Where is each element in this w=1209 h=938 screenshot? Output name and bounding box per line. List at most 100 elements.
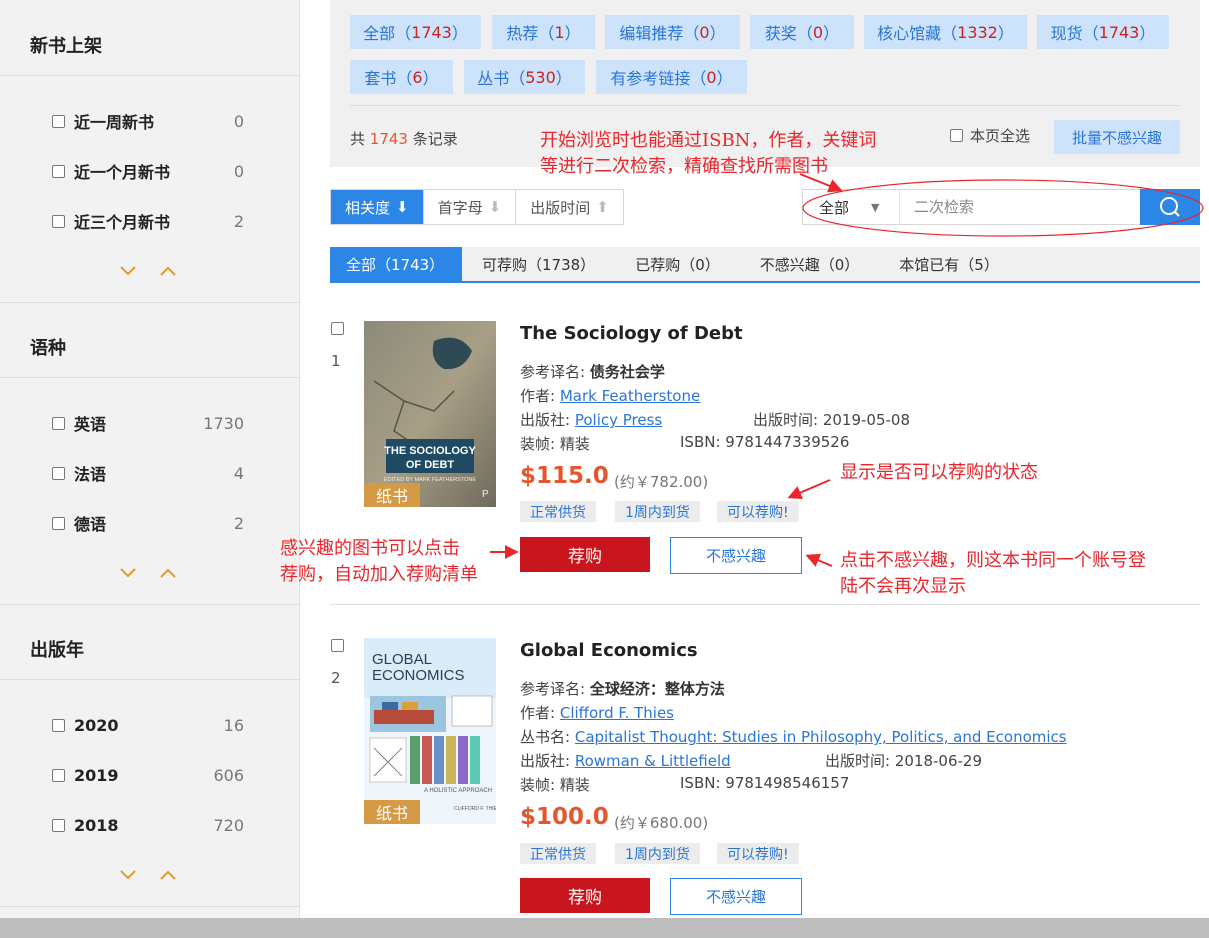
not-interested-button[interactable]: 不感兴趣 [670, 878, 802, 915]
author-link[interactable]: Mark Featherstone [560, 387, 700, 405]
publisher-link[interactable]: Policy Press [575, 411, 662, 429]
category-editor-pick[interactable]: 编辑推荐（0） [605, 15, 740, 49]
category-all[interactable]: 全部（1743） [350, 15, 481, 49]
annotation-line: 荐购，自动加入荐购清单 [280, 564, 478, 585]
search-input[interactable] [900, 190, 1130, 224]
category-count: 530 [525, 67, 556, 87]
sort-relevance[interactable]: 相关度 ⬇ [331, 190, 424, 224]
checkbox[interactable] [52, 718, 65, 732]
chevron-down-icon[interactable] [118, 262, 138, 281]
filter-item-german[interactable]: 德语 2 [52, 511, 244, 535]
recommend-button[interactable]: 荐购 [520, 878, 650, 913]
search-button[interactable] [1140, 189, 1200, 225]
checkbox[interactable] [52, 416, 65, 430]
category-award[interactable]: 获奖（0） [750, 15, 854, 49]
cover-subtitle-text: A HOLISTIC APPROACH [424, 788, 492, 794]
book-author: 作者: Clifford F. Thies [520, 704, 674, 722]
divider [0, 377, 300, 378]
tab-in-library[interactable]: 本馆已有（5） [879, 247, 1019, 281]
book-title[interactable]: The Sociology of Debt [520, 323, 743, 344]
category-count: 1743 [411, 22, 452, 42]
category-count: 6 [412, 67, 423, 87]
chevron-up-icon[interactable] [158, 262, 178, 281]
recommend-button[interactable]: 荐购 [520, 537, 650, 572]
category-series[interactable]: 丛书（530） [464, 60, 585, 94]
filter-item-french[interactable]: 法语 4 [52, 461, 244, 485]
not-interested-button[interactable]: 不感兴趣 [670, 537, 802, 574]
filter-label: 法语 [74, 465, 107, 484]
checkbox[interactable] [950, 129, 963, 142]
book-title[interactable]: Global Economics [520, 640, 698, 661]
filter-item-new-3months[interactable]: 近三个月新书 2 [52, 209, 244, 233]
tab-recommended[interactable]: 已荐购（0） [615, 247, 740, 281]
sort-bar: 相关度 ⬇ 首字母 ⬇ 出版时间 ⬆ [330, 189, 624, 225]
batch-not-interested-button[interactable]: 批量不感兴趣 [1054, 120, 1180, 154]
sort-label: 首字母 [437, 198, 483, 217]
sort-initial[interactable]: 首字母 ⬇ [423, 190, 517, 224]
chevron-up-icon[interactable] [158, 866, 178, 885]
record-number: 1743 [369, 130, 408, 148]
category-count: 0 [706, 67, 717, 87]
category-count: 0 [699, 22, 710, 42]
checkbox[interactable] [52, 164, 65, 178]
divider [0, 679, 300, 680]
checkbox[interactable] [52, 768, 65, 782]
book-type-tag: 纸书 [364, 483, 420, 507]
book-price: $100.0 [520, 804, 609, 830]
book-price: $115.0 [520, 463, 609, 489]
select-page[interactable]: 本页全选 [950, 125, 1030, 146]
book-index: 2 [331, 669, 341, 687]
checkbox[interactable] [52, 516, 65, 530]
annotation-line: 陆不会再次显示 [840, 576, 966, 597]
series-link[interactable]: Capitalist Thought: Studies in Philosoph… [575, 728, 1067, 746]
category-in-stock[interactable]: 现货（1743） [1037, 15, 1169, 49]
book-pubdate: 出版时间: 2019-05-08 [753, 411, 911, 429]
divider [0, 302, 300, 303]
checkbox[interactable] [52, 466, 65, 480]
filter-item-2019[interactable]: 2019 606 [52, 763, 244, 787]
annotation-recommend-tip: 感兴趣的图书可以点击 荐购，自动加入荐购清单 [280, 536, 478, 588]
expand-collapse [118, 564, 178, 583]
tab-all[interactable]: 全部（1743） [330, 247, 462, 281]
status-tabs: 全部（1743） 可荐购（1738） 已荐购（0） 不感兴趣（0） 本馆已有（5… [330, 247, 1200, 283]
tab-recommendable[interactable]: 可荐购（1738） [462, 247, 615, 281]
sort-pubdate[interactable]: 出版时间 ⬆ [516, 190, 623, 224]
annotation-line: 开始浏览时也能通过ISBN，作者，关键词 [540, 130, 877, 151]
tab-not-interested[interactable]: 不感兴趣（0） [740, 247, 880, 281]
chevron-down-icon[interactable] [118, 866, 138, 885]
publisher-link[interactable]: Rowman & Littlefield [575, 752, 731, 770]
book-checkbox[interactable] [331, 321, 344, 339]
book-cover[interactable]: GLOBAL ECONOMICS A HOLISTIC APPROACH CLI… [364, 638, 496, 824]
filter-item-new-week[interactable]: 近一周新书 0 [52, 109, 244, 133]
book-price-cny: (约￥680.00) [614, 814, 709, 832]
annotation-search-tip: 开始浏览时也能通过ISBN，作者，关键词 等进行二次检索，精确查找所需图书 [540, 128, 876, 180]
category-set[interactable]: 套书（6） [350, 60, 453, 94]
divider [330, 604, 1200, 605]
category-label: 丛书 [477, 69, 510, 88]
filter-count: 1730 [203, 413, 244, 433]
search-scope-select[interactable]: 全部 ▼ [803, 190, 900, 224]
filter-item-english[interactable]: 英语 1730 [52, 411, 244, 435]
divider [0, 906, 300, 907]
chevron-down-icon[interactable] [118, 564, 138, 583]
checkbox[interactable] [52, 214, 65, 228]
filter-item-new-month[interactable]: 近一个月新书 0 [52, 159, 244, 183]
book-checkbox[interactable] [331, 638, 344, 656]
filter-item-2020[interactable]: 2020 16 [52, 713, 244, 737]
annotation-status-tip: 显示是否可以荐购的状态 [840, 462, 1038, 483]
filter-item-2018[interactable]: 2018 720 [52, 813, 244, 837]
book-publisher: 出版社: Rowman & Littlefield [520, 752, 731, 770]
checkbox[interactable] [52, 114, 65, 128]
checkbox[interactable] [52, 818, 65, 832]
book-isbn: ISBN: 9781498546157 [680, 774, 850, 792]
book-cover[interactable]: THE SOCIOLOGY OF DEBT EDITED BY MARK FEA… [364, 321, 496, 507]
category-core-collection[interactable]: 核心馆藏（1332） [864, 15, 1027, 49]
status-supply: 正常供货 [520, 501, 596, 522]
category-hot[interactable]: 热荐（1） [492, 15, 595, 49]
chevron-up-icon[interactable] [158, 564, 178, 583]
arrow-up-icon: ⬆ [596, 198, 609, 216]
category-reference-link[interactable]: 有参考链接（0） [596, 60, 747, 94]
arrow-down-icon: ⬇ [488, 198, 502, 216]
secondary-search: 全部 ▼ [802, 189, 1200, 225]
author-link[interactable]: Clifford F. Thies [560, 704, 674, 722]
